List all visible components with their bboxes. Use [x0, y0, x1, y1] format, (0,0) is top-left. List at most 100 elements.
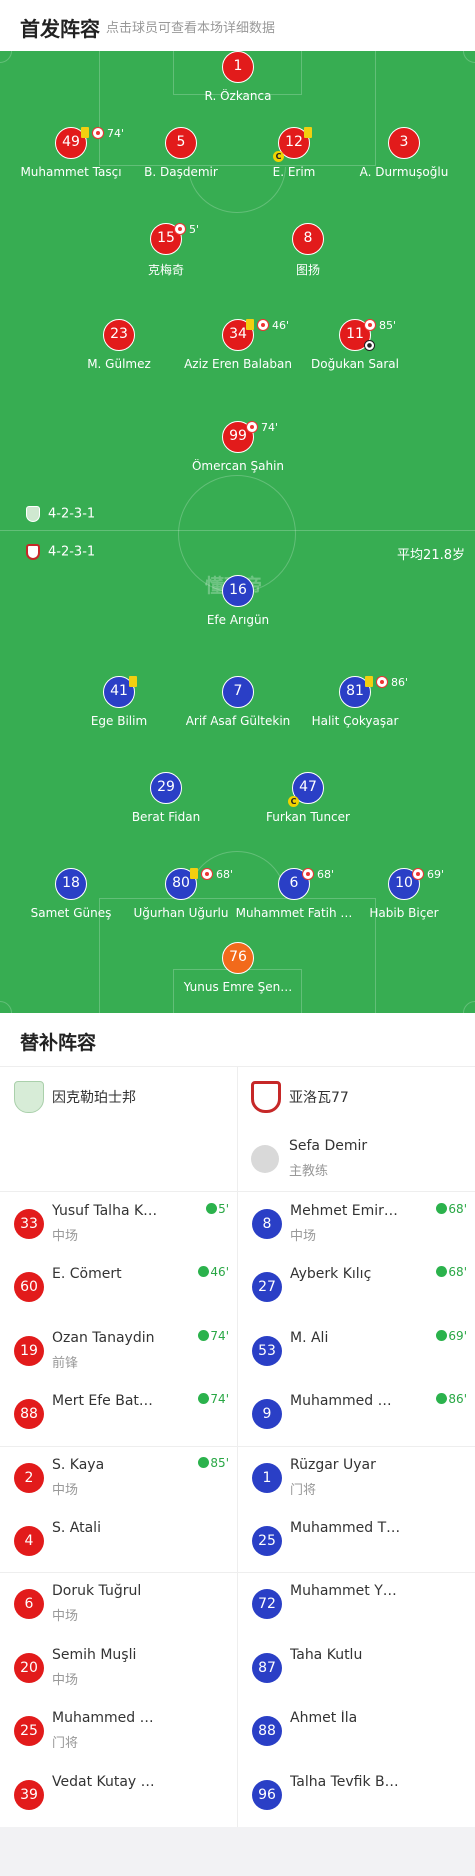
pitch-corner-tl [0, 51, 12, 63]
sub-off-icon [257, 319, 269, 331]
bench-player-away[interactable]: 8 Mehmet Emir… 中场 68' [238, 1192, 475, 1255]
away-coach[interactable]: Sefa Demir 主教练 [237, 1127, 475, 1191]
player-home-11[interactable]: 11 Doğukan Saral 85' ● [285, 319, 425, 371]
bench-player-name: Muhammed T… [290, 1520, 401, 1536]
bench-player-home[interactable]: 60 E. Cömert 46' [0, 1255, 237, 1318]
bench-player-name: Talha Tevfik B… [290, 1773, 399, 1790]
bench-player-name: Mert Efe Bat… [52, 1393, 153, 1410]
sub-off-icon [364, 319, 376, 331]
bench-player-home[interactable]: 20 Semih Muşli 中场 [0, 1636, 237, 1699]
bench-player-number: 1 [252, 1462, 282, 1493]
away-formation: 4-2-3-1 [26, 544, 95, 560]
player-away-47[interactable]: 47 Furkan Tuncer C [238, 772, 378, 824]
sub-minute: 69' [427, 868, 445, 881]
bench-player-name: Mehmet Emir… [290, 1203, 398, 1219]
bench-player-home[interactable]: 6 Doruk Tuğrul 中场 [0, 1572, 237, 1635]
page-subtitle: 点击球员可查看本场详细数据 [106, 21, 276, 36]
sub-on-icon [436, 1203, 448, 1214]
pitch-corner-br [463, 1001, 475, 1013]
bench-player-role: 门将 [52, 1736, 79, 1752]
bench-player-role: 中场 [52, 1482, 79, 1498]
bench-player-away[interactable]: 25 Muhammed T… [238, 1509, 475, 1572]
home-team-badge-icon [14, 1081, 44, 1113]
bench-player-role: 门将 [290, 1482, 317, 1498]
bench-player-home[interactable]: 25 Muhammed … 门将 [0, 1699, 237, 1762]
yellow-card-icon [304, 127, 312, 138]
sub-on-icon [198, 1393, 210, 1405]
bench-player-number: 25 [252, 1526, 282, 1556]
player-number: 76 [222, 942, 254, 974]
bench-player-away[interactable]: 1 Rüzgar Uyar 门将 [238, 1446, 475, 1509]
bench-player-away[interactable]: 72 Muhammet Y… [238, 1572, 475, 1635]
player-away-16[interactable]: 16 Efe Arıgün [168, 575, 308, 627]
player-home-15[interactable]: 15 克梅奇 5' [96, 223, 236, 278]
player-name: Halit Çokyaşar [311, 714, 399, 728]
player-name: Habib Biçer [369, 906, 439, 920]
sub-on-minute: 85' [210, 1455, 229, 1470]
captain-badge: C [273, 151, 284, 162]
coach-name: Sefa Demir [289, 1138, 368, 1154]
player-name: Furkan Tuncer [266, 810, 350, 824]
sub-off-icon [302, 868, 314, 880]
player-home-3[interactable]: 3 A. Durmuşoğlu [334, 127, 474, 179]
player-number: 3 [388, 127, 420, 159]
player-name: Ömercan Şahin [191, 459, 285, 473]
away-team-badge-icon [251, 1081, 281, 1113]
bench-home-team[interactable]: 因克勒珀士邦 [0, 1067, 237, 1127]
bench-player-name: Muhammet Y… [290, 1583, 397, 1600]
player-away-81[interactable]: 81 Halit Çokyaşar 86' [285, 676, 425, 728]
bench-player-name: Ayberk Kılıç [290, 1266, 372, 1283]
bench-player-name: Doruk Tuğrul [52, 1583, 142, 1600]
player-number: 29 [150, 772, 182, 804]
bench-player-away[interactable]: 27 Ayberk Kılıç 68' [238, 1255, 475, 1318]
bench-player-name: Rüzgar Uyar [290, 1456, 376, 1473]
sub-on-minute: 74' [210, 1328, 229, 1343]
pitch: 懂球帝 4-2-3-1 4-2-3-1 平均21.8岁 1 R. Özkanca… [0, 51, 475, 1013]
sub-on-indicator: 74' [198, 1329, 229, 1343]
yellow-card-icon [246, 319, 254, 330]
bench-player-name: Ozan Tanaydin [52, 1329, 155, 1346]
bench-header: 替补阵容 [0, 1013, 475, 1067]
bench-player-away[interactable]: 96 Talha Tevfik B… [238, 1763, 475, 1826]
player-name: R. Özkanca [204, 89, 272, 103]
bench-player-home[interactable]: 88 Mert Efe Bat… 74' [0, 1382, 237, 1445]
player-number: 1 [222, 51, 254, 83]
bench-player-name: Semih Muşli [52, 1646, 137, 1663]
sub-on-indicator: 46' [198, 1265, 229, 1279]
bench-player-away[interactable]: 87 Taha Kutlu [238, 1636, 475, 1699]
sub-on-indicator: 85' [198, 1456, 229, 1470]
bench-player-number: 39 [14, 1779, 44, 1810]
bench-player-away[interactable]: 9 Muhammed … 86' [238, 1382, 475, 1445]
bench-player-number: 72 [252, 1589, 282, 1620]
player-away-29[interactable]: 29 Berat Fidan [96, 772, 236, 824]
bench-player-number: 96 [252, 1779, 282, 1810]
player-home-1[interactable]: 1 R. Özkanca [168, 51, 308, 103]
bench-player-role: 中场 [52, 1609, 79, 1625]
bench-player-home[interactable]: 39 Vedat Kutay … [0, 1763, 237, 1826]
captain-badge: C [288, 796, 299, 807]
bench-player-name: M. Ali [290, 1329, 329, 1346]
player-home-8[interactable]: 8 图扬 [238, 223, 378, 278]
pitch-corner-bl [0, 1001, 12, 1013]
page-title: 首发阵容 [20, 17, 100, 41]
bench-player-away[interactable]: 88 Ahmet İla [238, 1699, 475, 1762]
bench-player-name: Taha Kutlu [290, 1646, 363, 1663]
sub-on-minute: 5' [218, 1202, 229, 1216]
bench-player-home[interactable]: 4 S. Atali [0, 1509, 237, 1572]
home-formation-text: 4-2-3-1 [48, 506, 96, 522]
sub-on-indicator: 68' [436, 1265, 467, 1279]
bench-away-team[interactable]: 亚洛瓦77 [237, 1067, 475, 1127]
bench-player-home[interactable]: 2 S. Kaya 中场 85' [0, 1446, 237, 1509]
bench-player-home[interactable]: 33 Yusuf Talha K… 中场 5' [0, 1192, 237, 1255]
bench-player-number: 20 [14, 1652, 44, 1683]
home-formation: 4-2-3-1 [26, 506, 95, 522]
bench-player-home[interactable]: 19 Ozan Tanaydin 前锋 74' [0, 1319, 237, 1382]
bench-player-number: 33 [14, 1209, 44, 1239]
player-away-76[interactable]: 76 Yunus Emre Şen… [168, 942, 308, 994]
bench-player-number: 53 [252, 1335, 282, 1366]
player-home-99[interactable]: 99 Ömercan Şahin 74' [168, 421, 308, 473]
sub-on-icon [198, 1456, 210, 1468]
player-away-10[interactable]: 10 Habib Biçer 69' [334, 868, 474, 920]
bench-player-away[interactable]: 53 M. Ali 69' [238, 1319, 475, 1382]
bench-list: 因克勒珀士邦 亚洛瓦77 Sefa Demir 主教练 33 Yusuf Talh… [0, 1067, 475, 1827]
